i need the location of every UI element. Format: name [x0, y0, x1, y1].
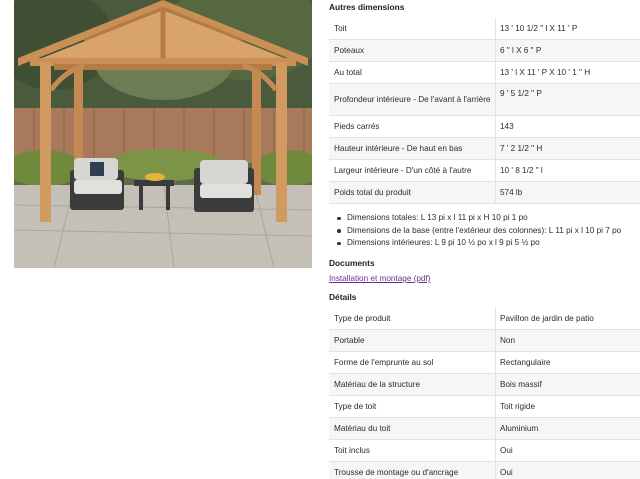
table-row: Largeur intérieure - D'un côté à l'autre… [329, 160, 640, 182]
row-value: Non [495, 330, 640, 351]
dimensions-bullet-list: Dimensions totales: L 13 pi x l 11 pi x … [337, 212, 621, 250]
list-item: Dimensions de la base (entre l'extérieur… [337, 225, 621, 238]
details-title: Détails [329, 292, 357, 302]
row-value: 13 ' l X 11 ' P X 10 ' 1 " H [495, 62, 640, 83]
row-value: 574 lb [495, 182, 640, 203]
row-label: Type de toit [334, 401, 377, 411]
row-label: Portable [334, 335, 365, 345]
list-item: Dimensions totales: L 13 pi x l 11 pi x … [337, 212, 621, 225]
table-row: Toit inclus Oui [329, 440, 640, 462]
row-label: Poids total du produit [334, 187, 411, 197]
table-row: Matériau du toit Aluminium [329, 418, 640, 440]
table-row: Trousse de montage ou d'ancrage Oui [329, 462, 640, 479]
row-value: 13 ' 10 1/2 " l X 11 ' P [495, 18, 640, 39]
row-label: Poteaux [334, 45, 365, 55]
row-value: Bois massif [495, 374, 640, 395]
table-row: Type de toit Toit rigide [329, 396, 640, 418]
row-label: Largeur intérieure - D'un côté à l'autre [334, 165, 472, 175]
row-value: 6 " l X 6 " P [495, 40, 640, 61]
row-value: Pavillon de jardin de patio [495, 308, 640, 329]
row-label: Forme de l'emprunte au sol [334, 357, 434, 367]
row-value: Aluminium [495, 418, 640, 439]
row-value: Rectangulaire [495, 352, 640, 373]
row-value: Oui [495, 440, 640, 461]
table-row: Portable Non [329, 330, 640, 352]
gazebo-photo [14, 0, 312, 268]
dimensions-table: Toit 13 ' 10 1/2 " l X 11 ' P Poteaux 6 … [329, 18, 640, 204]
row-value: 7 ' 2 1/2 " H [495, 138, 640, 159]
table-row: Matériau de la structure Bois massif [329, 374, 640, 396]
row-label: Type de produit [334, 313, 391, 323]
row-label: Hauteur intérieure - De haut en bas [334, 143, 463, 153]
row-label: Trousse de montage ou d'ancrage [334, 467, 459, 477]
row-value: Oui [495, 462, 640, 479]
table-row: Type de produit Pavillon de jardin de pa… [329, 308, 640, 330]
row-value: 143 [495, 116, 640, 137]
table-row: Forme de l'emprunte au sol Rectangulaire [329, 352, 640, 374]
row-label: Toit inclus [334, 445, 370, 455]
row-value: 10 ' 8 1/2 " l [495, 160, 640, 181]
row-label: Au total [334, 67, 362, 77]
table-row: Poids total du produit 574 lb [329, 182, 640, 204]
list-item: Dimensions intérieures: L 9 pi 10 ½ po x… [337, 237, 621, 250]
row-label: Profondeur intérieure - De l'avant à l'a… [334, 94, 491, 104]
row-label: Pieds carrés [334, 121, 380, 131]
row-value: Toit rigide [495, 396, 640, 417]
installation-pdf-link[interactable]: Installation et montage (pdf) [329, 274, 431, 283]
table-row: Hauteur intérieure - De haut en bas 7 ' … [329, 138, 640, 160]
product-photo[interactable] [14, 0, 312, 268]
dimensions-title: Autres dimensions [329, 2, 405, 12]
details-table: Type de produit Pavillon de jardin de pa… [329, 308, 640, 479]
documents-title: Documents [329, 258, 375, 268]
row-label: Toit [334, 23, 347, 33]
table-row: Toit 13 ' 10 1/2 " l X 11 ' P [329, 18, 640, 40]
row-value: 9 ' 5 1/2 " P [495, 84, 640, 115]
table-row: Pieds carrés 143 [329, 116, 640, 138]
row-label: Matériau de la structure [334, 379, 421, 389]
table-row: Poteaux 6 " l X 6 " P [329, 40, 640, 62]
row-label: Matériau du toit [334, 423, 391, 433]
table-row: Profondeur intérieure - De l'avant à l'a… [329, 84, 640, 116]
table-row: Au total 13 ' l X 11 ' P X 10 ' 1 " H [329, 62, 640, 84]
